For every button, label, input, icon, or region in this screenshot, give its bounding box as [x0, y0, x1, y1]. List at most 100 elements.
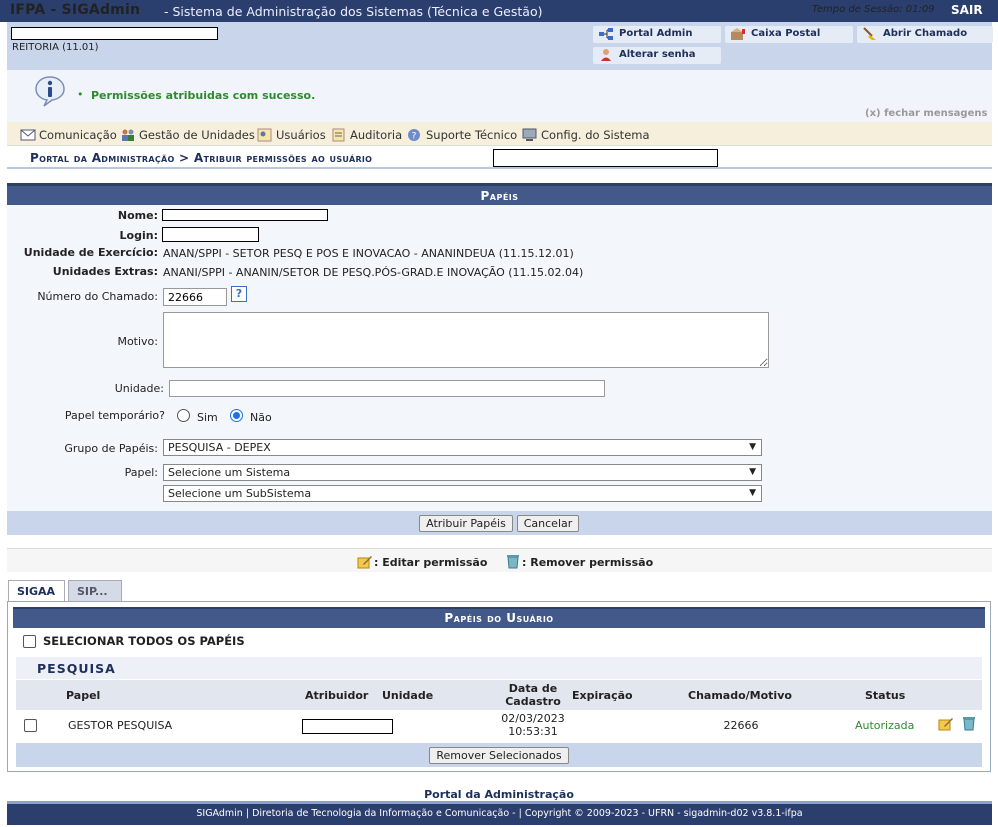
- close-messages-link[interactable]: (x) fechar mensagens: [865, 108, 987, 119]
- svg-text:?: ?: [412, 132, 417, 142]
- legend-bar: [7, 548, 992, 572]
- footer-portal-link[interactable]: Portal da Administração: [0, 788, 998, 801]
- papel-subsistema-value: Selecione um SubSistema: [168, 487, 312, 500]
- remove-selected-button[interactable]: Remover Selecionados: [429, 747, 569, 764]
- chevron-down-icon: ▼: [749, 467, 756, 477]
- select-all-checkbox[interactable]: [23, 635, 36, 648]
- papel-subsistema-select[interactable]: Selecione um SubSistema ▼: [163, 485, 762, 502]
- papel-sistema-select[interactable]: Selecione um Sistema ▼: [163, 464, 762, 481]
- papel-label: Papel:: [124, 466, 158, 479]
- portal-admin-button[interactable]: Portal Admin: [593, 26, 721, 43]
- grupo-papeis-label: Grupo de Papéis:: [64, 442, 158, 455]
- session-timer: Tempo de Sessão: 01:09: [812, 4, 935, 15]
- caixa-postal-label: Caixa Postal: [751, 28, 821, 39]
- broom-icon: [863, 27, 876, 40]
- col-atribuidor: Atribuidor: [305, 689, 369, 702]
- people-icon: [122, 129, 134, 141]
- user-key-icon: [601, 49, 611, 61]
- col-unidade: Unidade: [382, 689, 434, 702]
- sim-label: Sim: [197, 411, 218, 424]
- help-circle-icon: ?: [408, 129, 420, 142]
- redacted-atribuidor: [302, 719, 393, 734]
- form-title: Papéis: [7, 183, 992, 205]
- chevron-down-icon: ▼: [749, 488, 756, 498]
- menu-config[interactable]: Config. do Sistema: [522, 128, 650, 142]
- numero-chamado-input[interactable]: [163, 288, 227, 306]
- trash-icon: [507, 555, 519, 569]
- motivo-label: Motivo:: [117, 335, 158, 348]
- mailbox-icon: [731, 28, 745, 40]
- papel-temporario-nao-radio[interactable]: [230, 409, 243, 422]
- remove-permission-icon[interactable]: [961, 715, 977, 731]
- menu-comunicacao[interactable]: Comunicação: [20, 128, 117, 142]
- legend-edit: : Editar permissão: [374, 556, 488, 569]
- numero-chamado-label: Número do Chamado:: [37, 290, 158, 303]
- app-title: IFPA - SIGAdmin: [10, 2, 141, 18]
- row-checkbox[interactable]: [24, 719, 37, 732]
- menu-comunicacao-label: Comunicação: [39, 128, 117, 142]
- select-all-label: SELECIONAR TODOS OS PAPÉIS: [43, 634, 245, 648]
- help-icon[interactable]: ?: [231, 286, 247, 302]
- caixa-postal-button[interactable]: Caixa Postal: [725, 26, 853, 43]
- menu-usuarios-label: Usuários: [276, 128, 326, 142]
- unidade-label: Unidade:: [114, 382, 164, 395]
- papel-temporario-sim-radio[interactable]: [177, 409, 190, 422]
- row-chamado: 22666: [723, 719, 759, 732]
- edit-icon: [357, 556, 372, 569]
- redacted-breadcrumb-user: [493, 149, 718, 167]
- portal-admin-label: Portal Admin: [619, 28, 693, 39]
- abrir-chamado-button[interactable]: Abrir Chamado: [857, 26, 993, 43]
- computer-icon: [522, 128, 537, 141]
- papel-temporario-label: Papel temporário?: [64, 409, 165, 422]
- user-card-icon: [257, 128, 272, 142]
- menu-suporte-label: Suporte Técnico: [426, 128, 518, 142]
- logout-link[interactable]: SAIR: [951, 3, 983, 17]
- roles-panel-title: Papéis do Usuário: [13, 607, 985, 628]
- edit-permission-icon[interactable]: [938, 716, 954, 732]
- col-data-cadastro-2: Cadastro: [505, 695, 561, 708]
- nome-label: Nome:: [117, 209, 158, 222]
- info-icon: [35, 76, 65, 107]
- breadcrumb: Portal da Administração > Atribuir permi…: [30, 151, 373, 165]
- menu-gestao-unidades[interactable]: Gestão de Unidades: [120, 128, 255, 142]
- current-unit: REITORIA (11.01): [12, 42, 99, 53]
- message-bullet: •: [77, 88, 84, 101]
- row-hora: 10:53:31: [508, 725, 558, 738]
- abrir-chamado-label: Abrir Chamado: [883, 28, 968, 39]
- redacted-user-name: [11, 27, 218, 40]
- envelope-icon: [20, 129, 36, 141]
- row-status: Autorizada: [855, 719, 915, 732]
- menu-auditoria[interactable]: Auditoria: [331, 128, 402, 142]
- unidade-exercicio-value: ANAN/SPPI - SETOR PESQ E POS E INOVACAO …: [163, 247, 574, 260]
- col-data-cadastro-1: Data de: [508, 682, 558, 695]
- portal-admin-icon: [599, 28, 613, 40]
- chevron-down-icon: ▼: [749, 442, 756, 452]
- redacted-login: [162, 227, 259, 242]
- col-expiracao: Expiração: [572, 689, 633, 702]
- table-header: [16, 680, 982, 710]
- col-papel: Papel: [66, 689, 101, 702]
- redacted-nome: [162, 209, 328, 221]
- tab-sip[interactable]: SIP...: [68, 580, 122, 602]
- atribuir-papeis-button[interactable]: Atribuir Papéis: [419, 515, 513, 532]
- login-label: Login:: [119, 229, 158, 242]
- grupo-papeis-select[interactable]: PESQUISA - DEPEX ▼: [163, 439, 762, 456]
- alterar-senha-label: Alterar senha: [619, 49, 696, 60]
- unidade-exercicio-label: Unidade de Exercício:: [23, 246, 158, 259]
- menu-suporte[interactable]: ? Suporte Técnico: [407, 128, 517, 142]
- group-bar: [16, 657, 982, 679]
- legend-remove: : Remover permissão: [522, 556, 654, 569]
- alterar-senha-button[interactable]: Alterar senha: [593, 47, 721, 64]
- col-status: Status: [865, 689, 906, 702]
- group-label: PESQUISA: [37, 661, 116, 676]
- col-chamado-motivo: Chamado/Motivo: [688, 689, 792, 702]
- unidades-extras-label: Unidades Extras:: [52, 265, 158, 278]
- motivo-textarea[interactable]: [163, 312, 769, 368]
- grupo-papeis-value: PESQUISA - DEPEX: [168, 441, 271, 454]
- cancelar-button[interactable]: Cancelar: [517, 515, 579, 532]
- papel-sistema-value: Selecione um Sistema: [168, 466, 291, 479]
- tab-sigaa[interactable]: SIGAA: [8, 580, 65, 602]
- unidade-input[interactable]: [169, 380, 605, 397]
- row-papel: GESTOR PESQUISA: [68, 719, 173, 732]
- menu-usuarios[interactable]: Usuários: [257, 128, 326, 142]
